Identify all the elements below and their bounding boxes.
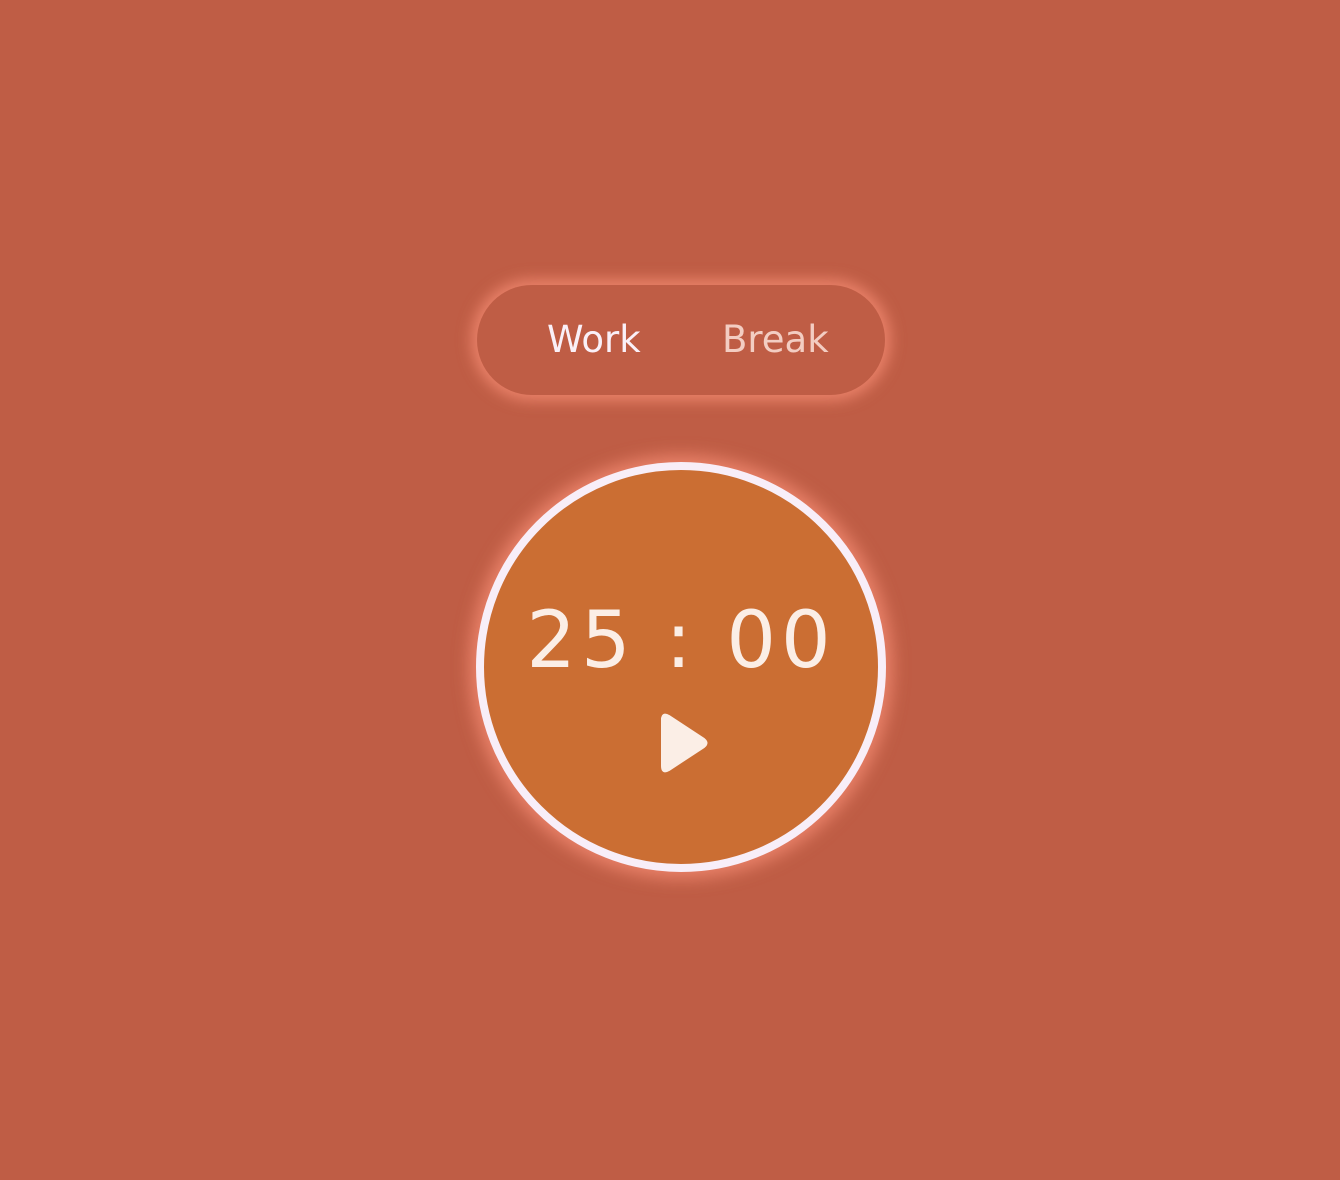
work-mode-button[interactable]: Work: [547, 285, 641, 395]
play-icon: [652, 708, 712, 778]
break-mode-button[interactable]: Break: [722, 285, 829, 395]
timer-dial: 25 : 00: [476, 462, 886, 872]
mode-toggle: Work Break: [477, 285, 885, 395]
play-button[interactable]: [652, 708, 712, 778]
time-display: 25 : 00: [526, 596, 836, 686]
